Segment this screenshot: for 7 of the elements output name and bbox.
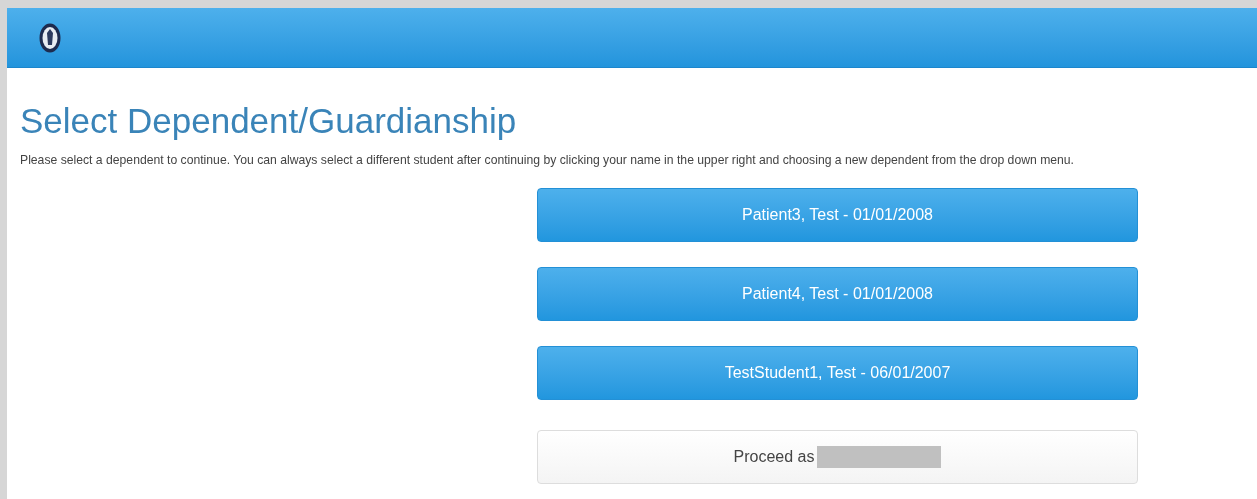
seal-logo: [39, 22, 61, 53]
dependent-button[interactable]: Patient3, Test - 01/01/2008: [537, 188, 1138, 243]
dependent-button[interactable]: Patient4, Test - 01/01/2008: [537, 267, 1138, 322]
instructions-text: Please select a dependent to continue. You can always select a different student after continuing by clicking your name in the upper right and choosing a new dependent from the drop down menu.: [20, 152, 1075, 169]
dependent-button[interactable]: TestStudent1, Test - 06/01/2007: [537, 346, 1138, 401]
proceed-button[interactable]: Proceed as: [537, 430, 1138, 485]
page-title: Select Dependent/Guardianship: [20, 100, 518, 142]
